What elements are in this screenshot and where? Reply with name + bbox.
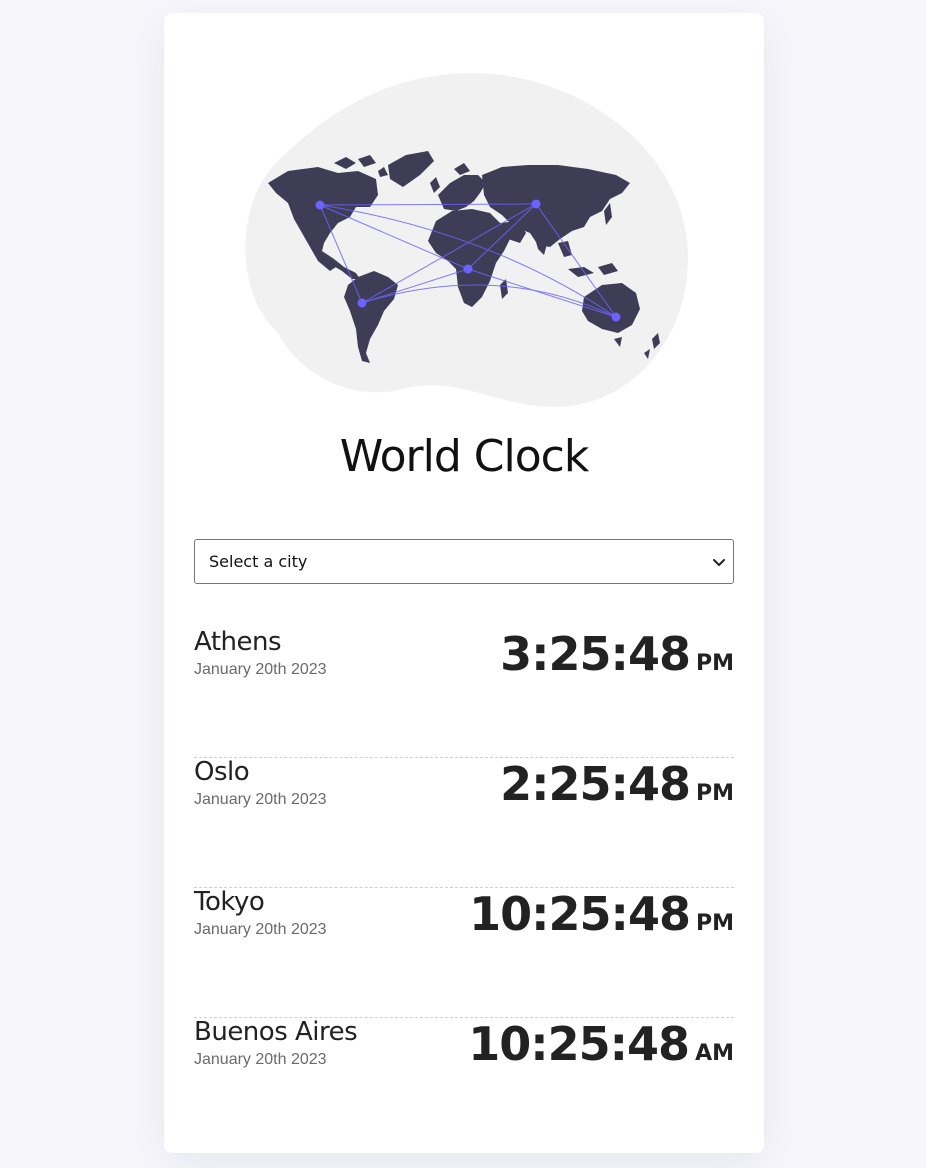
time-value: 3:25:48 <box>500 627 691 681</box>
city-select[interactable]: Select a city <box>194 539 734 584</box>
city-time: 10:25:48 AM <box>468 1017 734 1071</box>
city-time: 10:25:48 PM <box>469 887 734 941</box>
route-node <box>611 312 621 322</box>
city-name: Athens <box>194 627 282 657</box>
city-select-value: Select a city <box>209 552 308 571</box>
city-date: January 20th 2023 <box>194 791 327 808</box>
city-row-oslo: Oslo January 20th 2023 2:25:48 PM <box>194 757 734 888</box>
world-map-illustration <box>245 72 689 408</box>
time-value: 2:25:48 <box>500 757 691 811</box>
city-row-buenos-aires: Buenos Aires January 20th 2023 10:25:48 A… <box>194 1017 734 1147</box>
city-time: 2:25:48 PM <box>500 757 734 811</box>
route-node <box>531 199 541 209</box>
route-node <box>315 200 325 210</box>
city-date: January 20th 2023 <box>194 921 327 938</box>
city-row-tokyo: Tokyo January 20th 2023 10:25:48 PM <box>194 887 734 1018</box>
city-date: January 20th 2023 <box>194 1051 327 1068</box>
page-title: World Clock <box>339 431 590 482</box>
time-ampm: PM <box>695 781 734 806</box>
time-ampm: AM <box>695 1041 734 1066</box>
route-node <box>357 298 367 308</box>
city-date: January 20th 2023 <box>194 661 327 678</box>
time-ampm: PM <box>695 651 734 676</box>
world-clock-card: World Clock Select a city Athens January… <box>164 13 764 1153</box>
time-ampm: PM <box>695 911 734 936</box>
city-row-athens: Athens January 20th 2023 3:25:48 PM <box>194 627 734 758</box>
route-node <box>463 264 473 274</box>
city-name: Buenos Aires <box>194 1017 358 1047</box>
city-name: Tokyo <box>194 887 265 917</box>
time-value: 10:25:48 <box>469 887 691 941</box>
time-value: 10:25:48 <box>468 1017 690 1071</box>
city-name: Oslo <box>194 757 250 787</box>
chevron-down-icon <box>713 559 725 566</box>
city-time: 3:25:48 PM <box>500 627 734 681</box>
